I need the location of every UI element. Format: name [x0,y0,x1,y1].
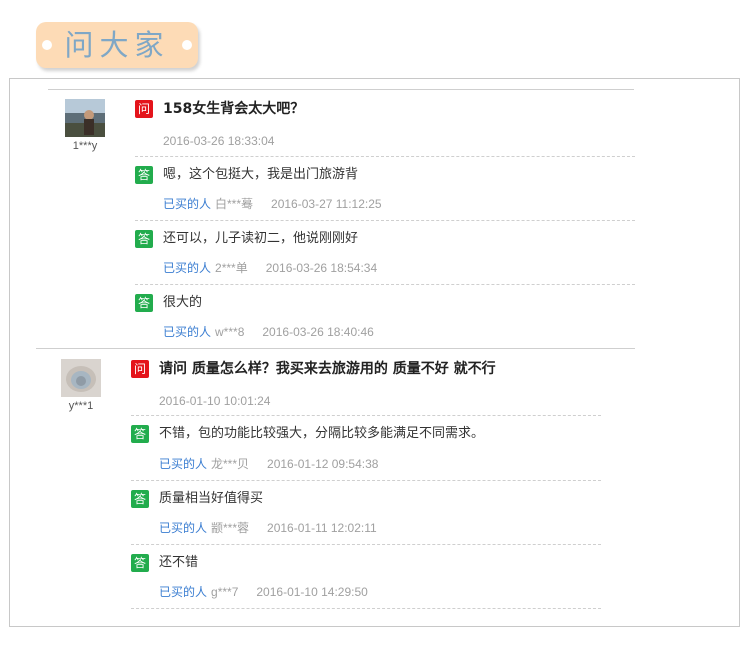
answer-user: g***7 [211,585,239,599]
asker-avatar [61,359,101,397]
buyer-label: 已买的人 [159,521,208,535]
answer-time: 2016-01-11 12:02:11 [267,521,377,535]
section-title: 问大家 [64,28,170,62]
separator [135,156,635,157]
answer-user: 2***单 [215,261,248,275]
answer-time: 2016-03-27 11:12:25 [271,197,382,211]
answer-badge: 答 [131,554,149,572]
answer-time: 2016-01-10 14:29:50 [256,585,368,599]
answer-row: 答 嗯，这个包挺大，我是出门旅游背 已买的人 白***蓦 2016-03-27 11… [135,166,635,214]
buyer-label: 已买的人 [159,457,208,471]
question-badge: 问 [131,360,149,378]
answer-user: 颛***蓉 [211,521,250,535]
question-row[interactable]: 问 158女生背会太大吧？ 2016-03-26 18:33:04 [135,100,635,148]
answer-row: 答 还不错 已买的人 g***7 2016-01-10 14:29:50 [131,554,601,602]
answer-badge: 答 [131,490,149,508]
answer-meta: 已买的人 w***8 2016-03-26 18:40:46 [163,325,374,339]
answer-user: 龙***贝 [211,457,250,471]
answer-text: 质量相当好值得买 [159,491,264,506]
answer-user: w***8 [215,325,245,339]
asker-avatar [65,99,105,137]
separator [135,220,635,221]
asker: y***1 [58,359,104,412]
answer-text: 还可以，儿子读初二，他说刚刚好 [163,231,359,246]
asker-name: y***1 [68,400,94,412]
separator [131,415,601,416]
answer-meta: 已买的人 g***7 2016-01-10 14:29:50 [159,585,368,599]
dot-decoration [42,40,52,50]
question-text[interactable]: 请问 质量怎么样？我买来去旅游用的 质量不好 就不行 [159,359,496,379]
answer-row: 答 很大的 已买的人 w***8 2016-03-26 18:40:46 [135,294,635,342]
answer-badge: 答 [131,425,149,443]
answer-row: 答 还可以，儿子读初二，他说刚刚好 已买的人 2***单 2016-03-26 18… [135,230,635,278]
group-divider [36,348,634,349]
answer-badge: 答 [135,294,153,312]
answer-meta: 已买的人 2***单 2016-03-26 18:54:34 [163,261,377,275]
answer-time: 2016-03-26 18:54:34 [265,261,378,275]
section-header: 问大家 [36,22,198,68]
buyer-label: 已买的人 [159,585,208,599]
answer-row: 答 不错，包的功能比较强大，分隔比较多能满足不同需求。 已买的人 龙***贝 201… [131,425,601,473]
answer-badge: 答 [135,166,153,184]
answer-text: 还不错 [159,555,199,570]
group-divider [48,89,634,90]
question-time: 2016-01-10 10:01:24 [159,394,271,408]
answer-badge: 答 [135,230,153,248]
answer-text: 很大的 [163,295,203,310]
answer-text: 嗯，这个包挺大，我是出门旅游背 [163,167,359,182]
question-badge: 问 [135,100,153,118]
dot-decoration [182,40,192,50]
answer-user: 白***蓦 [215,197,254,211]
qa-panel: 1***y 问 158女生背会太大吧？ 2016-03-26 18:33:04 … [9,78,740,627]
separator [131,608,601,609]
answer-time: 2016-03-26 18:40:46 [262,325,374,339]
question-time: 2016-03-26 18:33:04 [163,134,275,148]
question-text[interactable]: 158女生背会太大吧？ [163,99,304,119]
buyer-label: 已买的人 [163,325,212,339]
answer-meta: 已买的人 龙***贝 2016-01-12 09:54:38 [159,457,378,471]
buyer-label: 已买的人 [163,197,212,211]
buyer-label: 已买的人 [163,261,212,275]
answer-row: 答 质量相当好值得买 已买的人 颛***蓉 2016-01-11 12:02:11 [131,490,601,538]
answer-meta: 已买的人 白***蓦 2016-03-27 11:12:25 [163,197,382,211]
answer-time: 2016-01-12 09:54:38 [267,457,379,471]
question-row[interactable]: 问 请问 质量怎么样？我买来去旅游用的 质量不好 就不行 2016-01-10 … [131,360,631,408]
answer-text: 不错，包的功能比较强大，分隔比较多能满足不同需求。 [159,426,485,441]
separator [131,544,601,545]
asker-name: 1***y [72,140,98,152]
separator [135,284,635,285]
separator [131,480,601,481]
asker: 1***y [62,99,108,152]
answer-meta: 已买的人 颛***蓉 2016-01-11 12:02:11 [159,521,377,535]
